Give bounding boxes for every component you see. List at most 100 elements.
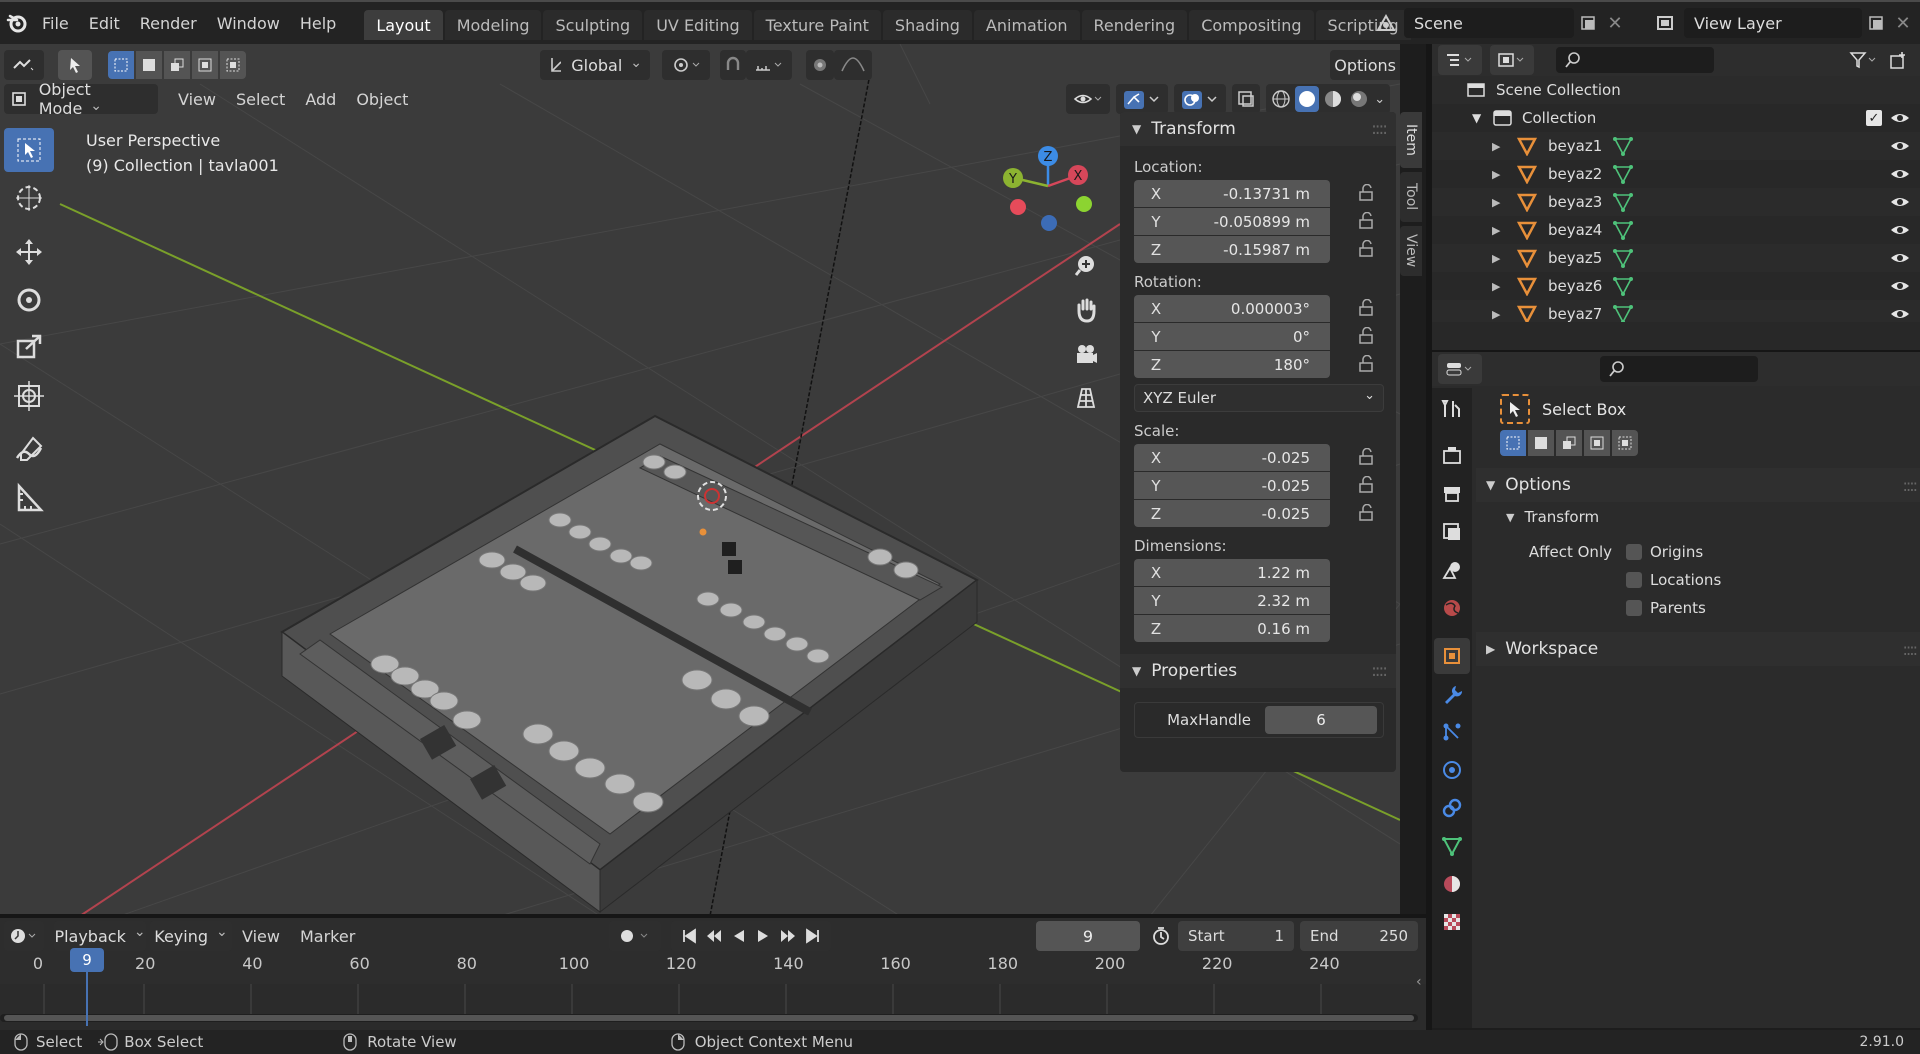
eye-icon[interactable] bbox=[1890, 306, 1910, 322]
eye-icon[interactable] bbox=[1890, 138, 1910, 154]
timeline-view-menu[interactable]: View bbox=[232, 921, 290, 951]
transform-panel-header[interactable]: ▼ Transform :::: bbox=[1120, 112, 1396, 146]
outliner-item[interactable]: ▶ beyaz6 bbox=[1432, 272, 1920, 300]
pan-hand-icon[interactable] bbox=[1066, 290, 1106, 330]
data-properties-icon[interactable] bbox=[1434, 828, 1470, 864]
expand-arrow-icon[interactable]: ▶ bbox=[1492, 224, 1516, 237]
location-z-field[interactable]: Z -0.15987 m bbox=[1134, 236, 1330, 263]
locations-checkbox[interactable]: Locations bbox=[1476, 566, 1920, 594]
drag-handle-icon[interactable]: :::: bbox=[1371, 661, 1388, 681]
drag-handle-icon[interactable]: :::: bbox=[1902, 640, 1918, 659]
eye-icon[interactable] bbox=[1890, 250, 1910, 266]
rotation-x-field[interactable]: X 0.000003° bbox=[1134, 295, 1330, 322]
camera-view-icon[interactable] bbox=[1066, 334, 1106, 374]
select-subtract-icon[interactable] bbox=[1556, 430, 1582, 456]
tab-rendering[interactable]: Rendering bbox=[1081, 10, 1188, 40]
eye-icon[interactable] bbox=[1890, 166, 1910, 182]
tab-sculpting[interactable]: Sculpting bbox=[543, 10, 643, 40]
current-frame-field[interactable]: 9 bbox=[1036, 921, 1140, 951]
scene-name-field[interactable]: Scene bbox=[1404, 8, 1574, 38]
rotation-z-field[interactable]: Z 180° bbox=[1134, 351, 1330, 378]
physics-properties-icon[interactable] bbox=[1434, 752, 1470, 788]
falloff-icon[interactable] bbox=[834, 50, 872, 80]
filter-icon[interactable] bbox=[1844, 46, 1884, 74]
navigation-gizmo[interactable]: Z X Y bbox=[996, 136, 1106, 246]
expand-arrow-icon[interactable]: ▶ bbox=[1492, 196, 1516, 209]
location-y-field[interactable]: Y -0.050899 m bbox=[1134, 208, 1330, 235]
lock-icon[interactable] bbox=[1356, 299, 1376, 317]
outliner-item[interactable]: ▶ beyaz2 bbox=[1432, 160, 1920, 188]
outliner-item[interactable]: ▶ beyaz4 bbox=[1432, 216, 1920, 244]
modifier-properties-icon[interactable] bbox=[1434, 676, 1470, 712]
eye-icon[interactable] bbox=[1890, 110, 1910, 126]
select-subtract-icon[interactable] bbox=[164, 51, 190, 79]
drag-handle-icon[interactable]: :::: bbox=[1902, 476, 1918, 495]
tool-properties-icon[interactable] bbox=[1434, 390, 1470, 426]
options-dropdown[interactable]: Options bbox=[1330, 50, 1400, 80]
jump-start-icon[interactable] bbox=[681, 928, 697, 944]
select-new-icon[interactable] bbox=[108, 51, 134, 79]
menu-file[interactable]: File bbox=[32, 2, 79, 44]
properties-panel-header[interactable]: ▼ Properties :::: bbox=[1120, 654, 1396, 688]
dimensions-y-field[interactable]: Y 2.32 m bbox=[1134, 587, 1330, 614]
options-section-header[interactable]: ▼ Options :::: bbox=[1476, 468, 1920, 502]
menu-window[interactable]: Window bbox=[207, 2, 290, 44]
editor-type-icon[interactable] bbox=[4, 50, 44, 80]
tab-shading[interactable]: Shading bbox=[882, 10, 972, 40]
visibility-icon[interactable] bbox=[1066, 84, 1110, 114]
location-x-field[interactable]: X -0.13731 m bbox=[1134, 180, 1330, 207]
auto-keying-icon[interactable] bbox=[609, 921, 662, 951]
perspective-toggle-icon[interactable] bbox=[1066, 378, 1106, 418]
rotation-mode-dropdown[interactable]: XYZ Euler ⌄ bbox=[1134, 384, 1384, 412]
proportional-edit-icon[interactable] bbox=[806, 50, 834, 80]
delete-scene-icon[interactable]: ✕ bbox=[1602, 8, 1628, 38]
outliner-item[interactable]: ▶ beyaz5 bbox=[1432, 244, 1920, 272]
scale-y-field[interactable]: Y -0.025 bbox=[1134, 472, 1330, 499]
view-layer-icon[interactable] bbox=[1646, 8, 1684, 38]
dimensions-x-field[interactable]: X 1.22 m bbox=[1134, 559, 1330, 586]
expand-arrow-icon[interactable]: ▶ bbox=[1492, 252, 1516, 265]
collection-row[interactable]: ▼ Collection ✓ bbox=[1432, 104, 1920, 132]
menu-select[interactable]: Select bbox=[226, 84, 295, 114]
transform-orientation-dropdown[interactable]: Global bbox=[540, 50, 650, 80]
playback-menu[interactable]: Playback bbox=[54, 921, 146, 951]
maxhandle-field[interactable]: 6 bbox=[1265, 706, 1377, 734]
view-layer-name-field[interactable]: View Layer bbox=[1684, 8, 1862, 38]
select-invert-icon[interactable] bbox=[192, 51, 218, 79]
pivot-point-icon[interactable] bbox=[662, 50, 710, 80]
wireframe-shading-icon[interactable] bbox=[1270, 89, 1291, 109]
menu-view[interactable]: View bbox=[168, 84, 226, 114]
tab-texture-paint[interactable]: Texture Paint bbox=[753, 10, 881, 40]
display-mode-icon[interactable] bbox=[1490, 45, 1534, 75]
tab-view[interactable]: View bbox=[1400, 226, 1422, 276]
expand-arrow-icon[interactable]: ▶ bbox=[1492, 308, 1516, 321]
rendered-shading-icon[interactable] bbox=[1348, 89, 1369, 109]
menu-object[interactable]: Object bbox=[346, 84, 418, 114]
constraint-properties-icon[interactable] bbox=[1434, 790, 1470, 826]
delete-view-layer-icon[interactable]: ✕ bbox=[1890, 8, 1916, 38]
snap-target-icon[interactable] bbox=[746, 50, 792, 80]
shading-options-chevron-icon[interactable]: ⌄ bbox=[1373, 92, 1386, 107]
zoom-icon[interactable] bbox=[1066, 246, 1106, 286]
preview-range-icon[interactable] bbox=[1146, 921, 1176, 951]
transform-tool-icon[interactable] bbox=[4, 374, 54, 418]
keying-menu[interactable]: Keying bbox=[150, 921, 232, 951]
end-frame-field[interactable]: End 250 bbox=[1300, 921, 1418, 951]
tab-item[interactable]: Item bbox=[1400, 112, 1422, 168]
menu-render[interactable]: Render bbox=[130, 2, 207, 44]
eye-icon[interactable] bbox=[1890, 278, 1910, 294]
select-extend-icon[interactable] bbox=[136, 51, 162, 79]
expand-arrow-icon[interactable]: ▶ bbox=[1492, 168, 1516, 181]
mode-dropdown[interactable]: Object Mode bbox=[4, 80, 158, 118]
lock-icon[interactable] bbox=[1356, 476, 1376, 494]
annotate-tool-icon[interactable] bbox=[4, 428, 54, 472]
eye-icon[interactable] bbox=[1890, 194, 1910, 210]
rotate-tool-icon[interactable] bbox=[4, 278, 54, 322]
lock-icon[interactable] bbox=[1356, 448, 1376, 466]
view-layer-properties-icon[interactable] bbox=[1434, 514, 1470, 550]
select-new-icon[interactable] bbox=[1500, 430, 1526, 456]
tab-modeling[interactable]: Modeling bbox=[444, 10, 542, 40]
select-intersect-icon[interactable] bbox=[220, 51, 246, 79]
expand-arrow-icon[interactable]: ▼ bbox=[1472, 111, 1492, 125]
menu-help[interactable]: Help bbox=[290, 2, 346, 44]
